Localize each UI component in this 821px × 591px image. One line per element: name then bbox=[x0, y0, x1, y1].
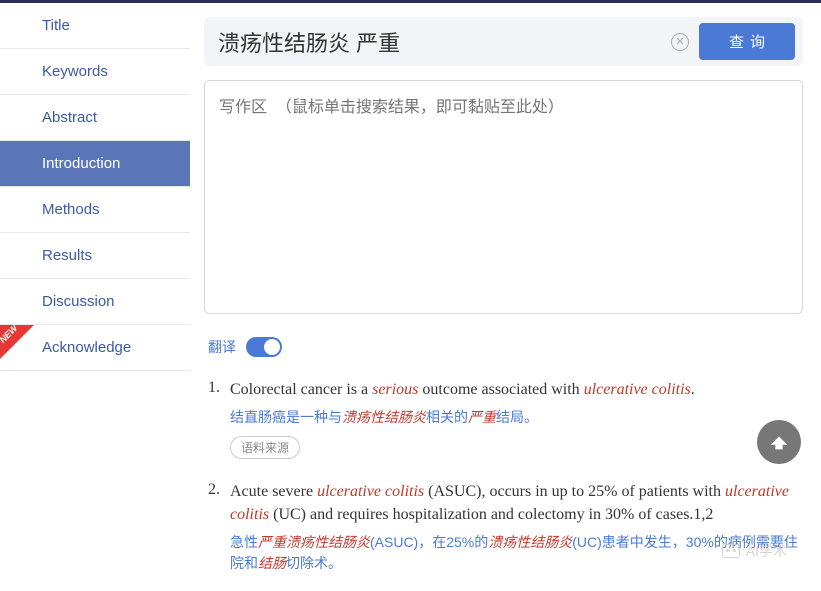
chevron-up-icon bbox=[768, 431, 790, 453]
sidebar-item-introduction[interactable]: Introduction bbox=[0, 141, 190, 187]
new-badge: NEW bbox=[0, 325, 34, 359]
watermark: AI学术 bbox=[722, 541, 787, 561]
sidebar-item-results[interactable]: Results bbox=[0, 233, 190, 279]
result-item[interactable]: 1.Colorectal cancer is a serious outcome… bbox=[208, 379, 803, 459]
source-button[interactable]: 语料来源 bbox=[230, 436, 300, 459]
result-item[interactable]: 2.Acute severe ulcerative colitis (ASUC)… bbox=[208, 481, 803, 574]
search-input[interactable] bbox=[218, 29, 661, 55]
sidebar-item-title[interactable]: Title bbox=[0, 3, 190, 49]
wechat-icon bbox=[722, 544, 740, 558]
watermark-text: AI学术 bbox=[746, 541, 787, 561]
translate-label: 翻译 bbox=[208, 337, 236, 357]
sidebar: TitleKeywordsAbstractIntroductionMethods… bbox=[0, 3, 190, 591]
sidebar-item-discussion[interactable]: Discussion bbox=[0, 279, 190, 325]
search-bar: ✕ 查询 bbox=[204, 17, 803, 66]
result-english: Colorectal cancer is a serious outcome a… bbox=[230, 379, 803, 401]
search-button[interactable]: 查询 bbox=[699, 23, 795, 60]
result-number: 1. bbox=[208, 379, 230, 459]
sidebar-item-keywords[interactable]: Keywords bbox=[0, 49, 190, 95]
container: TitleKeywordsAbstractIntroductionMethods… bbox=[0, 3, 821, 591]
toggle-knob bbox=[264, 339, 280, 355]
translate-toggle[interactable] bbox=[246, 337, 282, 357]
scroll-top-button[interactable] bbox=[757, 420, 801, 464]
translate-row: 翻译 bbox=[208, 337, 803, 357]
result-number: 2. bbox=[208, 481, 230, 574]
result-chinese: 结直肠癌是一种与溃疡性结肠炎相关的严重结局。 bbox=[230, 407, 803, 428]
result-chinese: 急性严重溃疡性结肠炎(ASUC)，在25%的溃疡性结肠炎(UC)患者中发生，30… bbox=[230, 532, 803, 574]
writing-area[interactable] bbox=[204, 80, 803, 314]
results-list: 1.Colorectal cancer is a serious outcome… bbox=[204, 379, 803, 574]
sidebar-item-abstract[interactable]: Abstract bbox=[0, 95, 190, 141]
result-english: Acute severe ulcerative colitis (ASUC), … bbox=[230, 481, 803, 526]
main: ✕ 查询 翻译 1.Colorectal cancer is a serious… bbox=[190, 3, 821, 591]
clear-icon[interactable]: ✕ bbox=[671, 33, 689, 51]
sidebar-item-methods[interactable]: Methods bbox=[0, 187, 190, 233]
